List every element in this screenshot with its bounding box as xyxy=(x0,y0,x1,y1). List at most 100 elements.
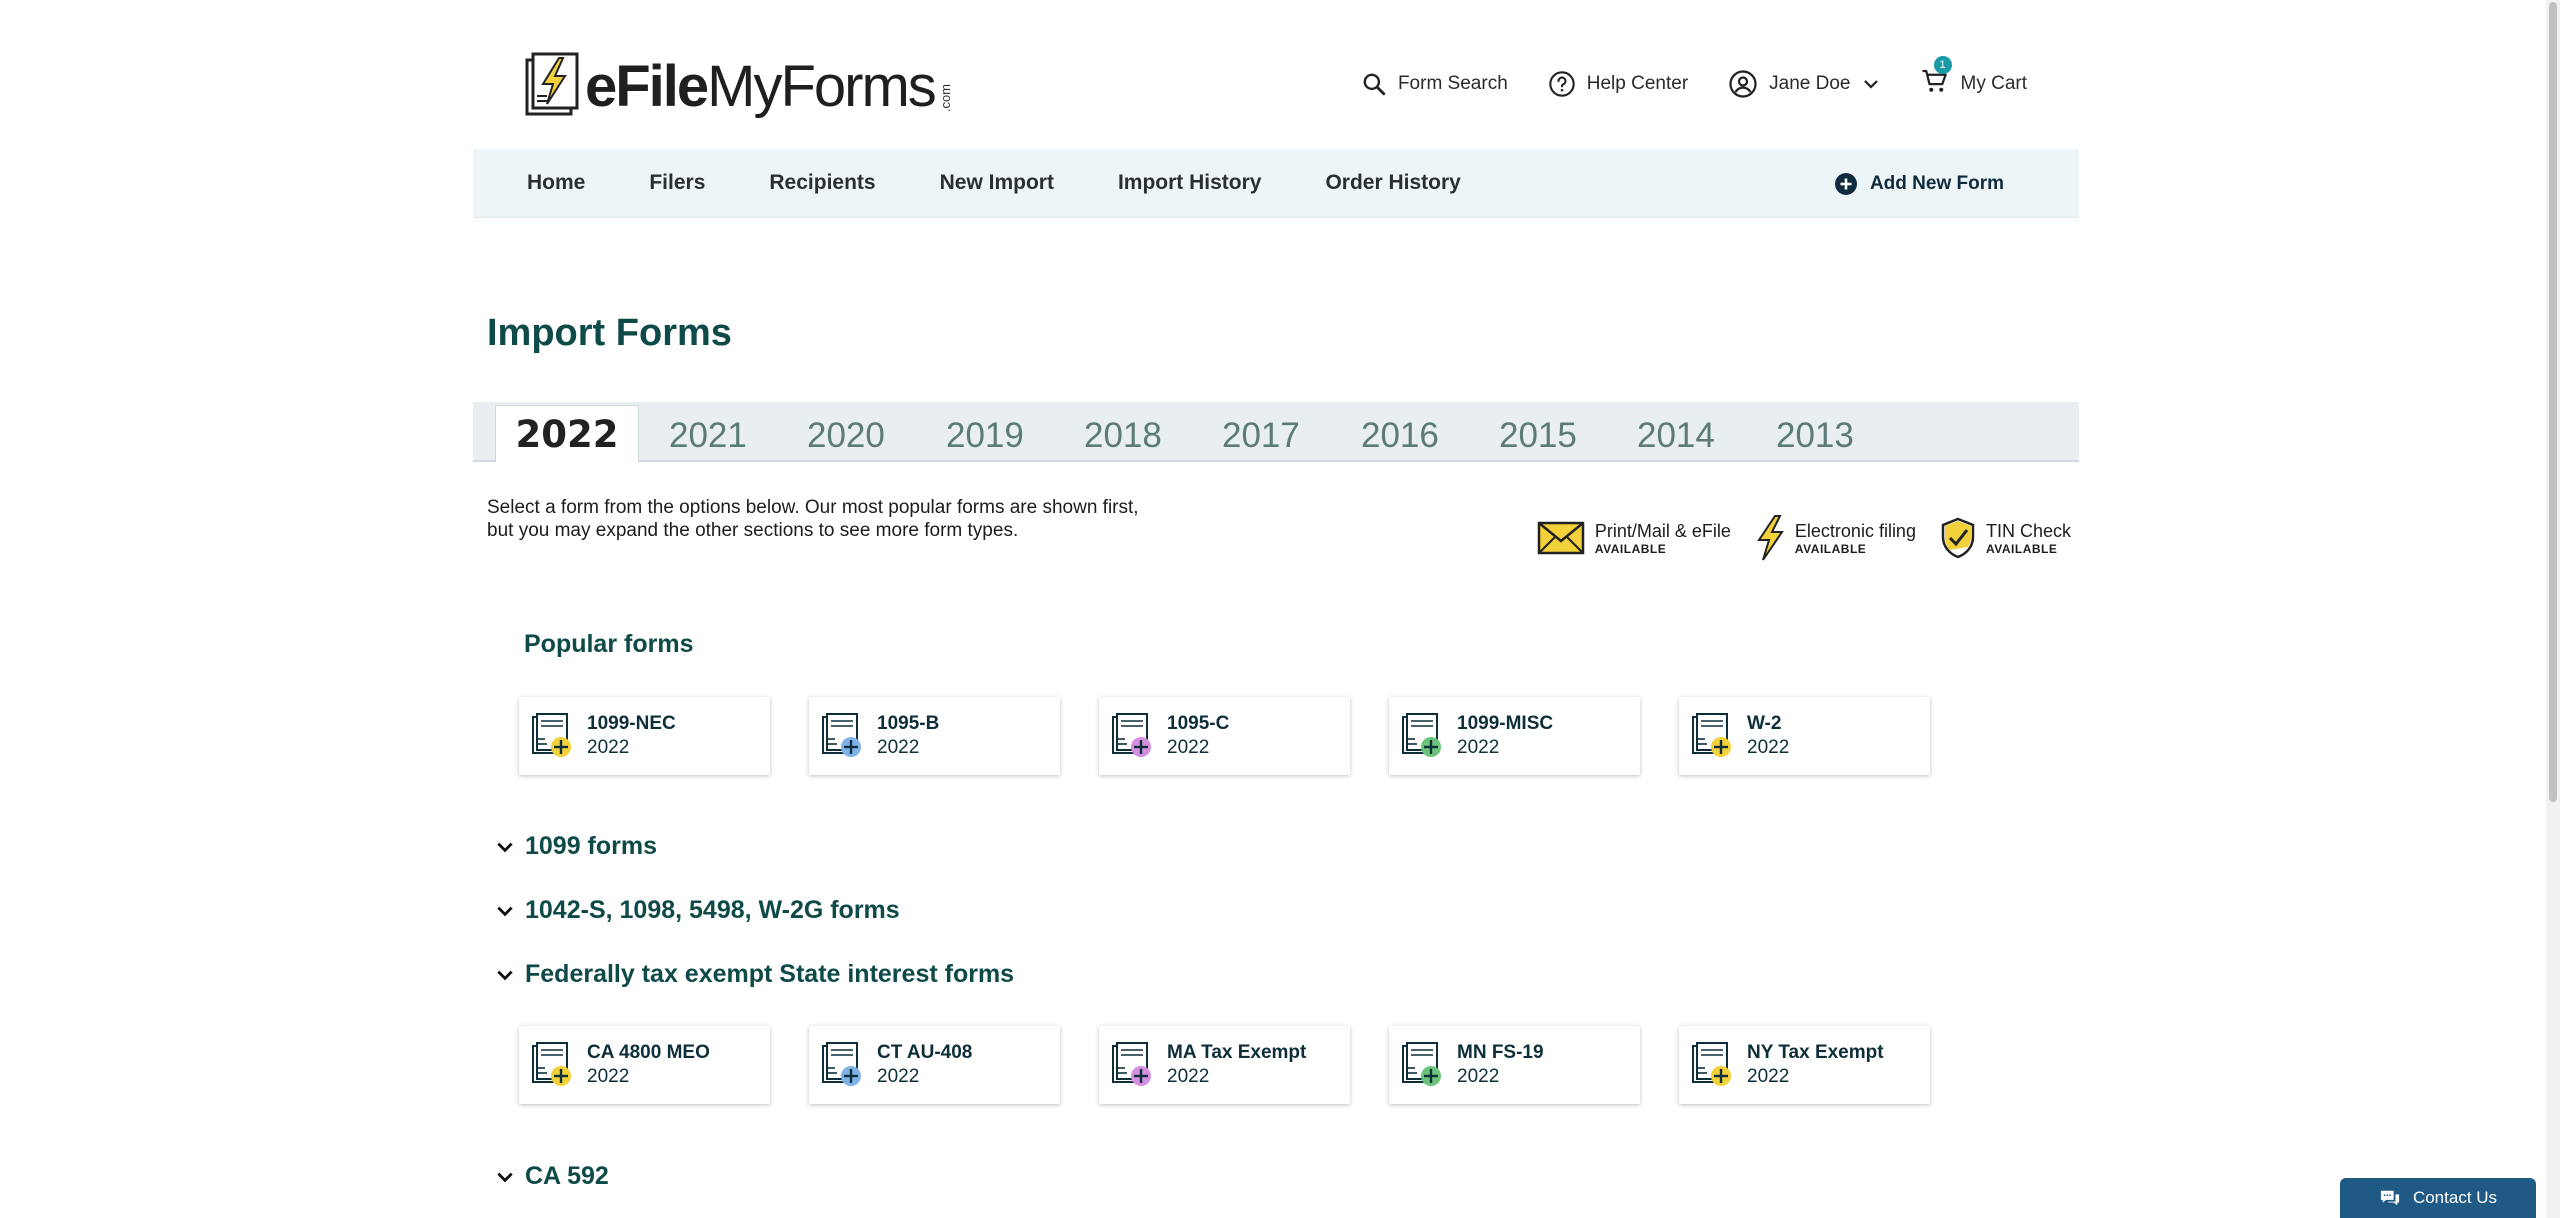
form-card-ca-4800-meo[interactable]: CA 4800 MEO 2022 xyxy=(519,1026,770,1104)
contact-us-label: Contact Us xyxy=(2412,1188,2498,1207)
nav-order-history[interactable]: Order History xyxy=(1325,171,1460,195)
form-card-year: 2022 xyxy=(1747,737,1790,758)
form-card-year: 2022 xyxy=(1167,737,1210,758)
chevron-down-icon xyxy=(497,906,513,916)
lightning-icon xyxy=(1757,515,1784,561)
search-icon xyxy=(1363,73,1386,96)
availability-legend: Print/Mail & eFile AVAILABLE Electronic f… xyxy=(1513,514,2071,562)
logo-lightning-document-icon xyxy=(525,52,579,116)
form-card-ct-au-408[interactable]: CT AU-408 2022 xyxy=(809,1026,1060,1104)
cart-icon-wrap: 1 xyxy=(1920,56,1952,102)
intro-text: Select a form from the options below. Ou… xyxy=(487,496,1207,542)
popular-forms-title: Popular forms xyxy=(524,630,694,658)
tab-year-2021[interactable]: 2021 xyxy=(669,416,747,456)
page-scrollbar[interactable] xyxy=(2546,0,2560,1218)
section-title: CA 592 xyxy=(525,1162,609,1190)
form-card-1095-c[interactable]: 1095-C 2022 xyxy=(1099,697,1350,775)
form-card-1099-misc[interactable]: 1099-MISC 2022 xyxy=(1389,697,1640,775)
form-card-ma-tax-exempt[interactable]: MA Tax Exempt 2022 xyxy=(1099,1026,1350,1104)
section-title: 1099 forms xyxy=(525,832,658,860)
form-card-ny-tax-exempt[interactable]: NY Tax Exempt 2022 xyxy=(1679,1026,1930,1104)
popular-forms-cards: 1099-NEC 2022 1095-B 2022 1095-C 2022 1099-… xyxy=(519,697,1930,775)
tab-year-2017[interactable]: 2017 xyxy=(1222,416,1300,456)
legend-print-mail-status: AVAILABLE xyxy=(1594,541,1667,556)
section-toggle-1099-forms[interactable]: 1099 forms xyxy=(495,832,657,861)
form-document-icon xyxy=(1112,1042,1151,1086)
tab-year-2013[interactable]: 2013 xyxy=(1776,416,1854,456)
section-toggle-tax-exempt-forms[interactable]: Federally tax exempt State interest form… xyxy=(495,960,1014,989)
intro-line-1: Select a form from the options below. Ou… xyxy=(487,497,1139,518)
contact-us-button[interactable]: Contact Us xyxy=(2340,1178,2536,1218)
chevron-down-icon xyxy=(497,842,513,852)
plus-circle-icon xyxy=(1834,173,1857,195)
section-toggle-ca-592[interactable]: CA 592 xyxy=(495,1162,609,1191)
form-card-name: W-2 xyxy=(1747,713,1782,734)
user-name: Jane Doe xyxy=(1769,73,1851,94)
my-cart-label: My Cart xyxy=(1960,73,2028,94)
form-search-label: Form Search xyxy=(1397,73,1508,94)
form-document-icon xyxy=(822,713,861,757)
envelope-icon xyxy=(1537,521,1585,555)
shield-check-icon xyxy=(1941,517,1975,559)
form-search-link[interactable]: Form Search xyxy=(1361,71,1508,97)
form-card-name: MA Tax Exempt xyxy=(1167,1042,1307,1063)
form-card-1095-b[interactable]: 1095-B 2022 xyxy=(809,697,1060,775)
tab-year-2020[interactable]: 2020 xyxy=(807,416,885,456)
legend-electronic-filing-label: Electronic filing xyxy=(1794,520,1916,541)
tab-year-2015[interactable]: 2015 xyxy=(1499,416,1577,456)
form-card-name: CA 4800 MEO xyxy=(587,1042,710,1063)
form-card-name: 1099-NEC xyxy=(587,713,676,734)
chevron-down-icon xyxy=(497,1172,513,1182)
section-toggle-1042s-forms[interactable]: 1042-S, 1098, 5498, W-2G forms xyxy=(495,896,900,925)
add-new-form-button[interactable]: Add New Form xyxy=(1834,172,2004,196)
nav-filers[interactable]: Filers xyxy=(649,171,705,195)
form-card-year: 2022 xyxy=(1457,737,1500,758)
nav-home[interactable]: Home xyxy=(527,171,585,195)
tab-year-2022[interactable]: 2022 xyxy=(495,405,639,462)
brand-name-bold: eFile xyxy=(585,54,709,119)
form-card-w-2[interactable]: W-2 2022 xyxy=(1679,697,1930,775)
legend-tin-check-status: AVAILABLE xyxy=(1985,541,2058,556)
section-title: Federally tax exempt State interest form… xyxy=(525,960,1015,988)
legend-tin-check: TIN Check AVAILABLE xyxy=(1940,517,2071,559)
tab-year-2018[interactable]: 2018 xyxy=(1084,416,1162,456)
cart-count-badge: 1 xyxy=(1933,56,1952,74)
legend-print-mail: Print/Mail & eFile AVAILABLE xyxy=(1537,521,1731,556)
brand-logo[interactable]: eFileMyForms .com xyxy=(525,52,953,116)
tab-year-2019[interactable]: 2019 xyxy=(946,416,1024,456)
nav-new-import[interactable]: New Import xyxy=(940,171,1054,195)
form-document-icon xyxy=(822,1042,861,1086)
legend-print-mail-label: Print/Mail & eFile xyxy=(1594,520,1731,541)
form-card-name: 1095-C xyxy=(1167,713,1230,734)
form-document-icon xyxy=(1692,713,1731,757)
brand-name-regular: MyForms xyxy=(707,54,937,119)
form-document-icon xyxy=(532,713,571,757)
chevron-down-icon xyxy=(1863,80,1878,89)
form-card-year: 2022 xyxy=(1457,1066,1500,1087)
brand-suffix: .com xyxy=(937,83,953,112)
form-card-year: 2022 xyxy=(1747,1066,1790,1087)
user-circle-icon xyxy=(1729,70,1757,98)
nav-import-history[interactable]: Import History xyxy=(1118,171,1262,195)
user-menu[interactable]: Jane Doe xyxy=(1728,69,1879,99)
form-card-1099-nec[interactable]: 1099-NEC 2022 xyxy=(519,697,770,775)
form-card-mn-fs-19[interactable]: MN FS-19 2022 xyxy=(1389,1026,1640,1104)
year-tabs: 2022 2021 2020 2019 2018 2017 2016 2015 … xyxy=(473,402,2079,462)
form-document-icon xyxy=(1402,713,1441,757)
legend-electronic-filing: Electronic filing AVAILABLE xyxy=(1755,514,1916,562)
help-circle-icon xyxy=(1549,71,1575,97)
page-title: Import Forms xyxy=(487,312,732,354)
legend-tin-check-label: TIN Check xyxy=(1985,520,2071,541)
help-center-label: Help Center xyxy=(1586,73,1689,94)
nav-recipients[interactable]: Recipients xyxy=(769,171,875,195)
chat-bubble-icon xyxy=(2380,1190,2400,1206)
my-cart-link[interactable]: 1 My Cart xyxy=(1920,56,2028,102)
form-document-icon xyxy=(1112,713,1151,757)
form-card-name: NY Tax Exempt xyxy=(1747,1042,1884,1063)
scrollbar-thumb[interactable] xyxy=(2549,2,2557,802)
help-center-link[interactable]: Help Center xyxy=(1548,70,1688,98)
form-card-year: 2022 xyxy=(587,1066,630,1087)
form-card-name: 1099-MISC xyxy=(1457,713,1554,734)
tab-year-2014[interactable]: 2014 xyxy=(1637,416,1715,456)
tab-year-2016[interactable]: 2016 xyxy=(1361,416,1439,456)
